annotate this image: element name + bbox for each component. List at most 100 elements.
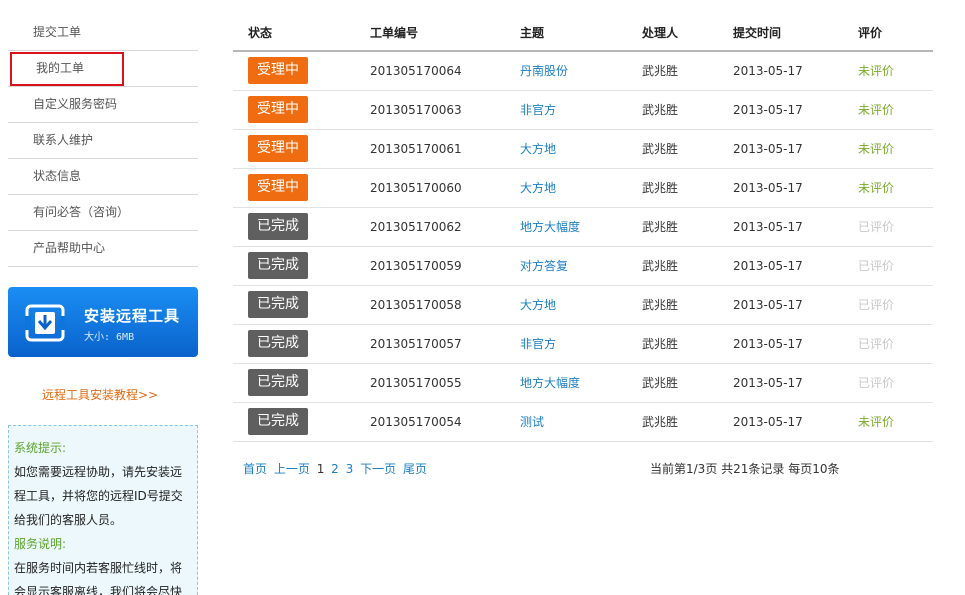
subject-link[interactable]: 地方大幅度 bbox=[520, 376, 580, 390]
tips-heading-service: 服务说明: bbox=[14, 537, 67, 551]
cell-rating: 未评价 bbox=[843, 402, 933, 442]
subject-link[interactable]: 大方地 bbox=[520, 298, 556, 312]
subject-link[interactable]: 非官方 bbox=[520, 103, 556, 117]
cell-status: 已完成 bbox=[233, 207, 355, 247]
tips-text: 给我们的客服人员。 bbox=[14, 513, 123, 527]
cell-handler: 武兆胜 bbox=[627, 324, 718, 364]
subject-link[interactable]: 测试 bbox=[520, 415, 544, 429]
status-badge: 受理中 bbox=[248, 96, 308, 123]
cell-handler: 武兆胜 bbox=[627, 90, 718, 130]
rating-link[interactable]: 已评价 bbox=[858, 220, 894, 234]
subject-link[interactable]: 对方答复 bbox=[520, 259, 568, 273]
ticket-rows: 受理中 201305170064 丹南股份 武兆胜 2013-05-17 未评价 受理中 20… bbox=[233, 51, 933, 442]
subject-link[interactable]: 丹南股份 bbox=[520, 64, 568, 78]
sidebar-item-label: 提交工单 bbox=[33, 25, 82, 39]
cell-subject: 非官方 bbox=[505, 90, 627, 130]
pager-prev[interactable]: 上一页 bbox=[274, 462, 310, 476]
status-badge: 受理中 bbox=[248, 135, 308, 162]
subject-link[interactable]: 非官方 bbox=[520, 337, 556, 351]
pagination: 首页 上一页 1 2 3 下一页 尾页 当前第1/3页 共21条记录 每页10条 bbox=[233, 460, 933, 480]
sidebar-item-label: 状态信息 bbox=[33, 169, 82, 183]
sidebar-item-label: 联系人维护 bbox=[33, 133, 94, 147]
table-row: 已完成 201305170057 非官方 武兆胜 2013-05-17 已评价 bbox=[233, 324, 933, 364]
cell-subject: 测试 bbox=[505, 402, 627, 442]
cell-rating: 未评价 bbox=[843, 168, 933, 208]
install-title: 安装远程工具 bbox=[84, 307, 181, 325]
subject-link[interactable]: 大方地 bbox=[520, 142, 556, 156]
header-subject: 主题 bbox=[505, 15, 627, 52]
cell-handler: 武兆胜 bbox=[627, 51, 718, 91]
status-badge: 受理中 bbox=[248, 174, 308, 201]
tips-text: 在服务时间内若客服忙线时，将 bbox=[14, 561, 183, 575]
pager-page-2[interactable]: 2 bbox=[331, 462, 339, 476]
pager-first[interactable]: 首页 bbox=[243, 462, 267, 476]
table-row: 已完成 201305170058 大方地 武兆胜 2013-05-17 已评价 bbox=[233, 285, 933, 325]
tips-box: 系统提示: 如您需要远程协助，请先安装远 程工具，并将您的远程ID号提交 给我们… bbox=[8, 425, 198, 595]
cell-rating: 已评价 bbox=[843, 207, 933, 247]
header-status: 状态 bbox=[233, 15, 355, 52]
sidebar-item-contacts[interactable]: 联系人维护 bbox=[8, 123, 198, 159]
rating-link[interactable]: 已评价 bbox=[858, 259, 894, 273]
cell-status: 受理中 bbox=[233, 168, 355, 208]
install-remote-tool-button[interactable]: 安装远程工具 大小: 6MB bbox=[8, 287, 198, 357]
cell-status: 受理中 bbox=[233, 129, 355, 169]
cell-submit-time: 2013-05-17 bbox=[718, 90, 843, 130]
cell-submit-time: 2013-05-17 bbox=[718, 168, 843, 208]
cell-submit-time: 2013-05-17 bbox=[718, 246, 843, 286]
rating-link[interactable]: 未评价 bbox=[858, 415, 894, 429]
sidebar-item-status-info[interactable]: 状态信息 bbox=[8, 159, 198, 195]
sidebar-item-submit-ticket[interactable]: 提交工单 bbox=[8, 15, 198, 51]
cell-ticket-no: 201305170054 bbox=[355, 402, 505, 442]
rating-link[interactable]: 已评价 bbox=[858, 337, 894, 351]
cell-handler: 武兆胜 bbox=[627, 402, 718, 442]
cell-status: 已完成 bbox=[233, 363, 355, 403]
cell-ticket-no: 201305170060 bbox=[355, 168, 505, 208]
cell-submit-time: 2013-05-17 bbox=[718, 129, 843, 169]
tips-heading-system: 系统提示: bbox=[14, 441, 67, 455]
table-row: 已完成 201305170062 地方大幅度 武兆胜 2013-05-17 已评价 bbox=[233, 207, 933, 247]
cell-ticket-no: 201305170062 bbox=[355, 207, 505, 247]
pager-last[interactable]: 尾页 bbox=[403, 462, 427, 476]
rating-link[interactable]: 已评价 bbox=[858, 376, 894, 390]
table-row: 受理中 201305170061 大方地 武兆胜 2013-05-17 未评价 bbox=[233, 129, 933, 169]
pager-info: 当前第1/3页 共21条记录 每页10条 bbox=[650, 461, 840, 476]
subject-link[interactable]: 大方地 bbox=[520, 181, 556, 195]
header-submit-time: 提交时间 bbox=[718, 15, 843, 52]
pager-next[interactable]: 下一页 bbox=[360, 462, 396, 476]
tips-text: 如您需要远程协助，请先安装远 bbox=[14, 465, 183, 479]
status-badge: 已完成 bbox=[248, 213, 308, 240]
table-row: 已完成 201305170055 地方大幅度 武兆胜 2013-05-17 已评价 bbox=[233, 363, 933, 403]
sidebar-item-help-center[interactable]: 产品帮助中心 bbox=[8, 231, 198, 267]
subject-link[interactable]: 地方大幅度 bbox=[520, 220, 580, 234]
cell-status: 已完成 bbox=[233, 402, 355, 442]
cell-rating: 未评价 bbox=[843, 90, 933, 130]
sidebar-item-my-tickets[interactable]: 我的工单 bbox=[8, 51, 198, 87]
cell-status: 受理中 bbox=[233, 51, 355, 91]
table-header-row: 状态 工单编号 主题 处理人 提交时间 评价 bbox=[233, 15, 933, 52]
rating-link[interactable]: 未评价 bbox=[858, 142, 894, 156]
sidebar-item-faq[interactable]: 有问必答（咨询） bbox=[8, 195, 198, 231]
cell-subject: 丹南股份 bbox=[505, 51, 627, 91]
cell-ticket-no: 201305170063 bbox=[355, 90, 505, 130]
rating-link[interactable]: 未评价 bbox=[858, 181, 894, 195]
cell-rating: 已评价 bbox=[843, 285, 933, 325]
cell-rating: 未评价 bbox=[843, 129, 933, 169]
cell-subject: 大方地 bbox=[505, 285, 627, 325]
rating-link[interactable]: 未评价 bbox=[858, 103, 894, 117]
sidebar-item-label: 我的工单 bbox=[10, 52, 124, 86]
ticket-table: 状态 工单编号 主题 处理人 提交时间 评价 受理中 201305170064 丹南… bbox=[233, 15, 933, 442]
table-row: 受理中 201305170063 非官方 武兆胜 2013-05-17 未评价 bbox=[233, 90, 933, 130]
cell-submit-time: 2013-05-17 bbox=[718, 324, 843, 364]
rating-link[interactable]: 未评价 bbox=[858, 64, 894, 78]
install-size: 大小: 6MB bbox=[84, 332, 135, 343]
cell-submit-time: 2013-05-17 bbox=[718, 402, 843, 442]
table-row: 已完成 201305170059 对方答复 武兆胜 2013-05-17 已评价 bbox=[233, 246, 933, 286]
sidebar-item-label: 产品帮助中心 bbox=[33, 241, 106, 255]
pager-page-3[interactable]: 3 bbox=[346, 462, 354, 476]
cell-ticket-no: 201305170059 bbox=[355, 246, 505, 286]
sidebar-item-custom-service-password[interactable]: 自定义服务密码 bbox=[8, 87, 198, 123]
cell-handler: 武兆胜 bbox=[627, 129, 718, 169]
tutorial-link[interactable]: 远程工具安装教程>> bbox=[8, 386, 198, 403]
cell-status: 已完成 bbox=[233, 246, 355, 286]
rating-link[interactable]: 已评价 bbox=[858, 298, 894, 312]
